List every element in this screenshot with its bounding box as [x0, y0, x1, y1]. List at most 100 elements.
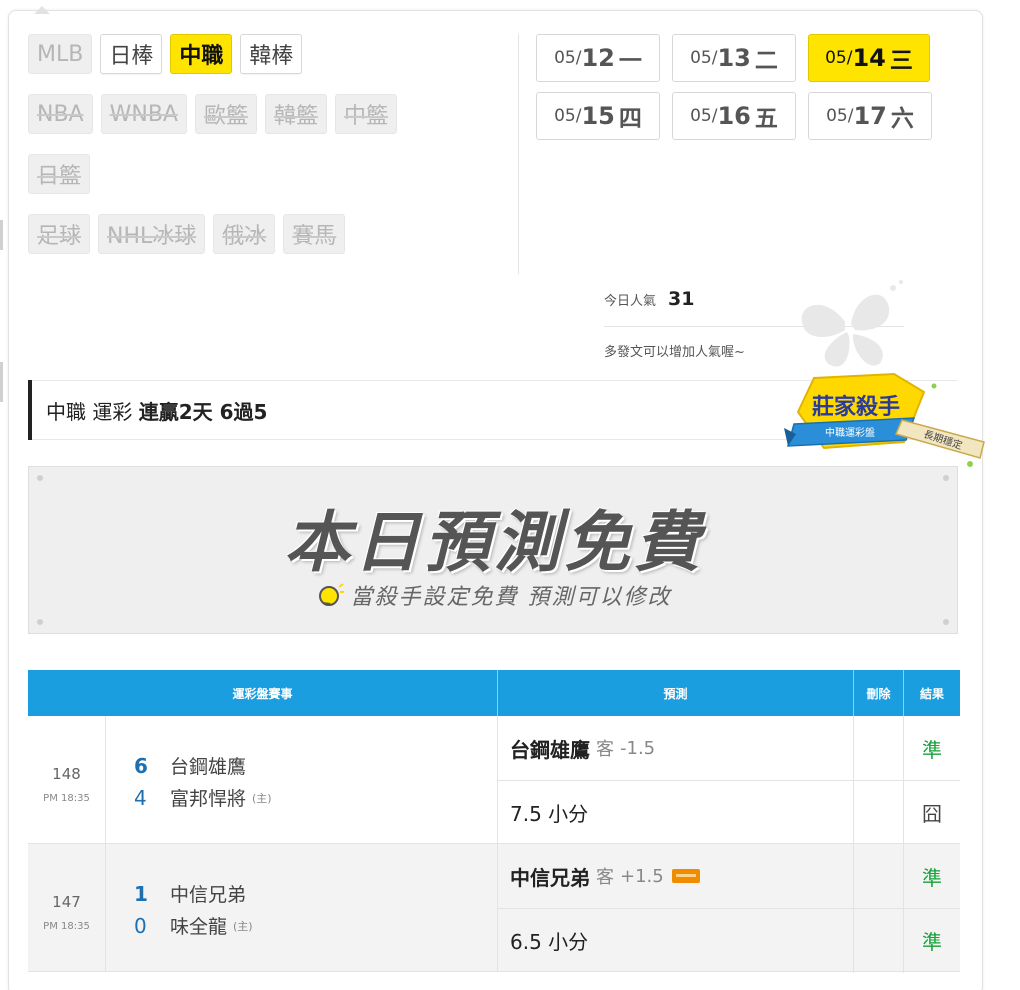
date-day: 17: [853, 102, 887, 130]
pick-row: 台鋼雄鷹 客 -1.5 準: [498, 716, 960, 780]
header-delete: 刪除: [854, 670, 904, 716]
date-button[interactable]: 05/17 六: [808, 92, 932, 140]
butterfly-icon: [801, 280, 903, 367]
date-button[interactable]: 05/13 二: [672, 34, 796, 82]
pick-side: 客: [596, 867, 614, 888]
away-score: 1: [134, 881, 148, 906]
game-number-cell: 147 PM 18:35: [28, 844, 106, 971]
header-event: 運彩盤賽事: [28, 670, 498, 716]
sport-chip-japan-basketball: 日籃: [28, 154, 91, 194]
section-divider: [518, 34, 519, 274]
game-info: 148 PM 18:35 6 台鋼雄鷹 4 富邦悍將 (主): [28, 716, 498, 843]
banner-screw: [37, 475, 43, 481]
delete-cell: [854, 716, 904, 780]
date-weekday: 五: [754, 106, 778, 132]
sport-row: 足球 NHL冰球 俄冰 賽馬: [28, 214, 508, 258]
date-day: 12: [581, 44, 615, 72]
sport-chip-cpbl[interactable]: 中職: [170, 34, 233, 74]
pick-cell: 6.5 小分: [498, 908, 854, 973]
headline-text: 中職 運彩 連贏2天 6過5: [46, 396, 267, 425]
header-result: 結果: [919, 686, 944, 701]
date-row: 05/15 四 05/16 五 05/17 六: [536, 92, 936, 140]
pick-cell: 台鋼雄鷹 客 -1.5: [498, 716, 854, 780]
game-picks: 台鋼雄鷹 客 -1.5 準 7.5 小分 囧: [498, 716, 960, 845]
delete-cell: [854, 844, 904, 908]
game-id: 148: [52, 765, 81, 783]
result-cell: 準: [922, 930, 942, 954]
game-picks: 中信兄弟 客 +1.5 準 6.5 小分 準: [498, 844, 960, 973]
banner-subtitle-row: 當殺手設定免費 預測可以修改: [29, 579, 959, 611]
date-day: 15: [581, 102, 615, 130]
pick-row: 6.5 小分 準: [498, 908, 960, 973]
game-time: PM 18:35: [43, 793, 90, 804]
away-team: 中信兄弟: [170, 884, 247, 906]
date-weekday: 三: [889, 48, 913, 74]
badge-subtitle: 中職運彩盤: [825, 426, 875, 439]
date-month: 05/: [825, 48, 853, 68]
table-row: 147 PM 18:35 1 中信兄弟 0 味全龍 (主) 中信兄弟 客 +1.…: [28, 844, 960, 973]
left-edge-mark: [0, 362, 3, 402]
sport-chip-euro-basketball: 歐籃: [194, 94, 257, 134]
game-number-cell: 148 PM 18:35: [28, 716, 106, 843]
date-month: 05/: [554, 106, 582, 126]
pick-line: -1.5: [620, 737, 656, 759]
delete-cell: [854, 780, 904, 845]
banner-screw: [37, 619, 43, 625]
headline-accent-bar: [28, 380, 32, 440]
away-team: 台鋼雄鷹: [170, 756, 247, 778]
page: MLB 日棒 中職 韓棒 NBA WNBA 歐籃 韓籃 中籃 日籃 足球 NHL…: [0, 0, 1020, 990]
away-team-line: 6 台鋼雄鷹: [134, 750, 272, 782]
date-selector: 05/12 一 05/13 二 05/14 三 05/15 四 05/16 五 05/17…: [536, 34, 936, 150]
sport-chip-soccer: 足球: [28, 214, 91, 254]
date-row: 05/12 一 05/13 二 05/14 三: [536, 34, 936, 82]
home-score: 4: [134, 785, 147, 810]
home-team-line: 0 味全龍 (主): [134, 910, 253, 942]
pick-total: 6.5 小分: [510, 930, 589, 954]
home-team-line: 4 富邦悍將 (主): [134, 782, 272, 814]
home-marker: (主): [252, 791, 272, 805]
date-day: 16: [717, 102, 751, 130]
headline-league: 中職: [46, 399, 86, 424]
pick-row: 7.5 小分 囧: [498, 780, 960, 845]
free-prediction-banner: 本日預測免費 當殺手設定免費 預測可以修改: [28, 466, 958, 634]
game-teams: 6 台鋼雄鷹 4 富邦悍將 (主): [106, 716, 272, 843]
date-button[interactable]: 05/14 三: [808, 34, 930, 82]
sport-chip-wnba: WNBA: [100, 94, 187, 134]
banner-subtitle: 當殺手設定免費 預測可以修改: [350, 585, 672, 610]
date-weekday: 二: [754, 48, 778, 74]
date-month: 05/: [826, 106, 854, 126]
sport-row: NBA WNBA 歐籃 韓籃 中籃: [28, 94, 508, 138]
pick-side: 客: [596, 739, 614, 760]
pick-team: 台鋼雄鷹: [510, 737, 590, 762]
delete-cell: [854, 908, 904, 973]
sport-chip-npb[interactable]: 日棒: [100, 34, 163, 74]
table-header: 運彩盤賽事 預測 刪除 結果: [28, 670, 960, 716]
upset-tag-icon: [671, 869, 700, 883]
sport-chip-russia-hockey: 俄冰: [213, 214, 276, 254]
date-weekday: 四: [618, 106, 642, 132]
date-day: 13: [717, 44, 751, 72]
game-id: 147: [52, 893, 81, 911]
date-button[interactable]: 05/16 五: [672, 92, 796, 140]
game-time: PM 18:35: [43, 921, 90, 932]
headline-type: 運彩: [92, 399, 133, 424]
panel-notch: [34, 6, 50, 16]
sport-chip-horse-racing: 賽馬: [283, 214, 346, 254]
date-day: 14: [852, 44, 886, 72]
sport-chip-mlb: MLB: [28, 34, 93, 74]
banner-screw: [943, 475, 949, 481]
left-edge-mark: [0, 220, 3, 250]
pick-line: +1.5: [620, 865, 664, 887]
sport-category-list: MLB 日棒 中職 韓棒 NBA WNBA 歐籃 韓籃 中籃 日籃 足球 NHL…: [28, 34, 508, 274]
date-button[interactable]: 05/15 四: [536, 92, 660, 140]
date-weekday: 一: [618, 48, 642, 74]
pick-total: 7.5 小分: [510, 802, 589, 826]
home-team: 富邦悍將: [170, 788, 247, 810]
header-prediction: 預測: [498, 670, 854, 716]
sport-chip-nhl: NHL冰球: [98, 214, 206, 254]
game-teams: 1 中信兄弟 0 味全龍 (主): [106, 844, 253, 971]
home-team: 味全龍: [170, 916, 228, 938]
sport-chip-kbo[interactable]: 韓棒: [240, 34, 303, 74]
sport-row: 日籃: [28, 154, 508, 198]
date-button[interactable]: 05/12 一: [536, 34, 660, 82]
